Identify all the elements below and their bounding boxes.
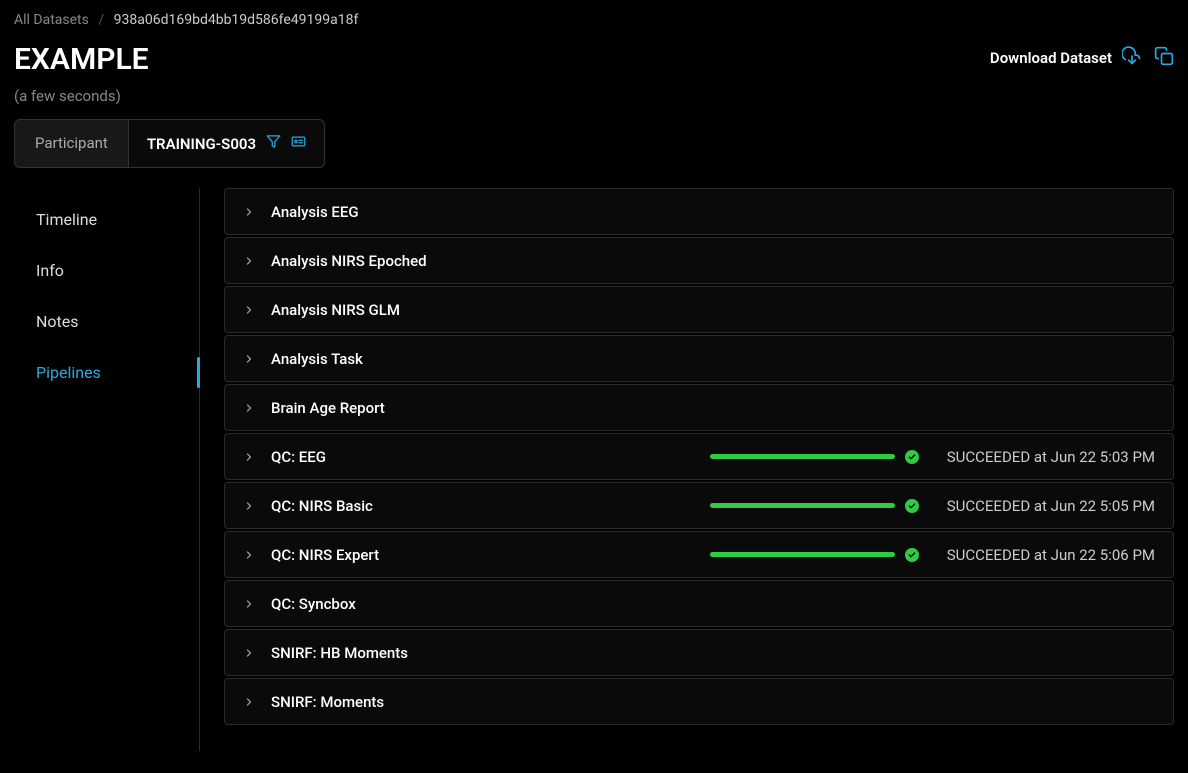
sidebar-item-timeline[interactable]: Timeline [14,194,199,245]
sidebar: TimelineInfoNotesPipelines [14,188,200,751]
sidebar-item-pipelines[interactable]: Pipelines [14,347,199,398]
progress-bar [710,552,895,557]
page-title: EXAMPLE [14,42,149,77]
chevron-right-icon[interactable] [243,549,255,561]
pipeline-name: Brain Age Report [271,399,551,417]
copy-button[interactable] [1154,46,1174,70]
download-dataset-button[interactable]: Download Dataset [990,46,1142,70]
pipeline-row[interactable]: Brain Age Report [224,384,1174,431]
pipeline-row[interactable]: QC: Syncbox [224,580,1174,627]
pipeline-status: SUCCEEDED at Jun 22 5:03 PM [947,448,1155,466]
check-circle-icon [905,548,919,562]
chevron-right-icon[interactable] [243,402,255,414]
participant-value: TRAINING-S003 [147,135,256,153]
pipeline-row[interactable]: QC: NIRS Basic SUCCEEDED at Jun 22 5:05 P… [224,482,1174,529]
chevron-right-icon[interactable] [243,304,255,316]
check-circle-icon [905,499,919,513]
pipeline-row[interactable]: Analysis NIRS Epoched [224,237,1174,284]
pipeline-name: QC: Syncbox [271,595,551,613]
pipeline-name: SNIRF: HB Moments [271,644,551,662]
participant-label: Participant [15,120,129,167]
pipeline-name: Analysis NIRS GLM [271,301,551,319]
copy-icon [1154,54,1174,70]
chevron-right-icon[interactable] [243,255,255,267]
check-circle-icon [905,450,919,464]
pipeline-row[interactable]: SNIRF: Moments [224,678,1174,725]
pipeline-name: QC: EEG [271,448,551,466]
pipeline-name: SNIRF: Moments [271,693,551,711]
pipeline-name: QC: NIRS Basic [271,497,551,515]
download-label: Download Dataset [990,49,1112,67]
pipelines-panel: Analysis EEG Analysis NIRS Epoched Analysi… [200,188,1174,751]
pipeline-progress [710,499,919,513]
pipeline-name: Analysis NIRS Epoched [271,252,551,270]
pipeline-row[interactable]: Analysis Task [224,335,1174,382]
breadcrumb-current: 938a06d169bd4bb19d586fe49199a18f [114,12,359,28]
pipeline-row[interactable]: QC: EEG SUCCEEDED at Jun 22 5:03 PM [224,433,1174,480]
pipeline-progress [710,548,919,562]
pipeline-status: SUCCEEDED at Jun 22 5:05 PM [947,497,1155,515]
participant-value-area[interactable]: TRAINING-S003 [129,120,324,167]
pipeline-name: QC: NIRS Expert [271,546,551,564]
breadcrumb: All Datasets / 938a06d169bd4bb19d586fe49… [0,0,1188,36]
chevron-right-icon[interactable] [243,598,255,610]
pipeline-progress [710,450,919,464]
pipeline-name: Analysis EEG [271,203,551,221]
filter-icon[interactable] [266,134,281,153]
download-area: Download Dataset [990,42,1174,70]
header-row: EXAMPLE Download Dataset [0,36,1188,81]
participant-row: Participant TRAINING-S003 [0,119,1188,188]
id-card-icon[interactable] [291,134,306,153]
progress-bar [710,454,895,459]
progress-bar [710,503,895,508]
subtitle-timestamp: (a few seconds) [0,81,1188,119]
breadcrumb-root-link[interactable]: All Datasets [14,12,89,28]
chevron-right-icon[interactable] [243,500,255,512]
breadcrumb-separator: / [98,12,104,28]
chevron-right-icon[interactable] [243,696,255,708]
sidebar-item-info[interactable]: Info [14,245,199,296]
pipeline-name: Analysis Task [271,350,551,368]
pipeline-status: SUCCEEDED at Jun 22 5:06 PM [947,546,1155,564]
chevron-right-icon[interactable] [243,451,255,463]
cloud-download-icon [1122,46,1142,70]
pipeline-row[interactable]: Analysis EEG [224,188,1174,235]
participant-pill: Participant TRAINING-S003 [14,119,325,168]
chevron-right-icon[interactable] [243,206,255,218]
sidebar-item-notes[interactable]: Notes [14,296,199,347]
pipeline-row[interactable]: SNIRF: HB Moments [224,629,1174,676]
content-area: TimelineInfoNotesPipelines Analysis EEGA… [0,188,1188,751]
chevron-right-icon[interactable] [243,647,255,659]
chevron-right-icon[interactable] [243,353,255,365]
pipeline-row[interactable]: Analysis NIRS GLM [224,286,1174,333]
pipeline-row[interactable]: QC: NIRS Expert SUCCEEDED at Jun 22 5:06 … [224,531,1174,578]
